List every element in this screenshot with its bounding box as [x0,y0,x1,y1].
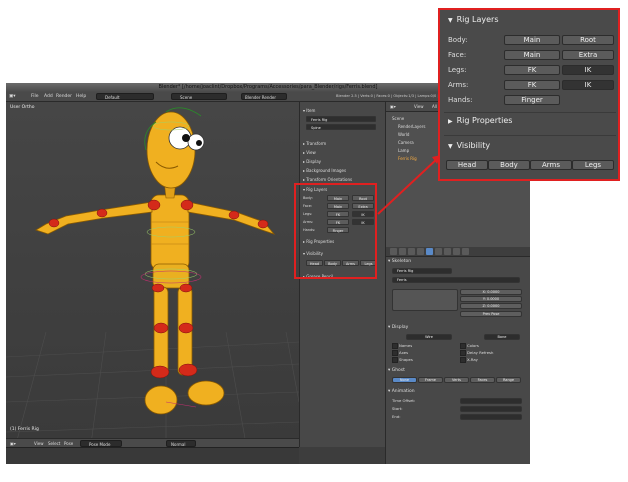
arms-fk-button[interactable]: FK [504,80,560,90]
arms-ik-button[interactable]: IK [562,80,614,90]
visibility-body-button[interactable]: Body [488,160,530,170]
body-main-button[interactable]: Main [504,35,560,45]
zoom-rig-properties-header[interactable]: ▶ Rig Properties [448,116,512,125]
body-label: Body: [448,36,468,44]
body-root-button[interactable]: Root [562,35,614,45]
visibility-arms-button[interactable]: Arms [530,160,572,170]
zoom-rig-layers-header[interactable]: ▼ Rig Layers [448,15,499,24]
legs-ik-button[interactable]: IK [562,65,614,75]
legs-label: Legs: [448,66,467,74]
arms-label: Arms: [448,81,469,89]
visibility-head-button[interactable]: Head [446,160,488,170]
face-label: Face: [448,51,467,59]
visibility-legs-button[interactable]: Legs [572,160,614,170]
separator [444,135,616,136]
face-main-button[interactable]: Main [504,50,560,60]
face-extra-button[interactable]: Extra [562,50,614,60]
zoom-visibility-header[interactable]: ▼ Visibility [448,141,490,150]
rig-layers-zoom: ▼ Rig Layers Body: Main Root Face: Main E… [438,8,620,181]
hands-label: Hands: [448,96,473,104]
legs-fk-button[interactable]: FK [504,65,560,75]
separator [444,112,616,113]
hands-finger-button[interactable]: Finger [504,95,560,105]
